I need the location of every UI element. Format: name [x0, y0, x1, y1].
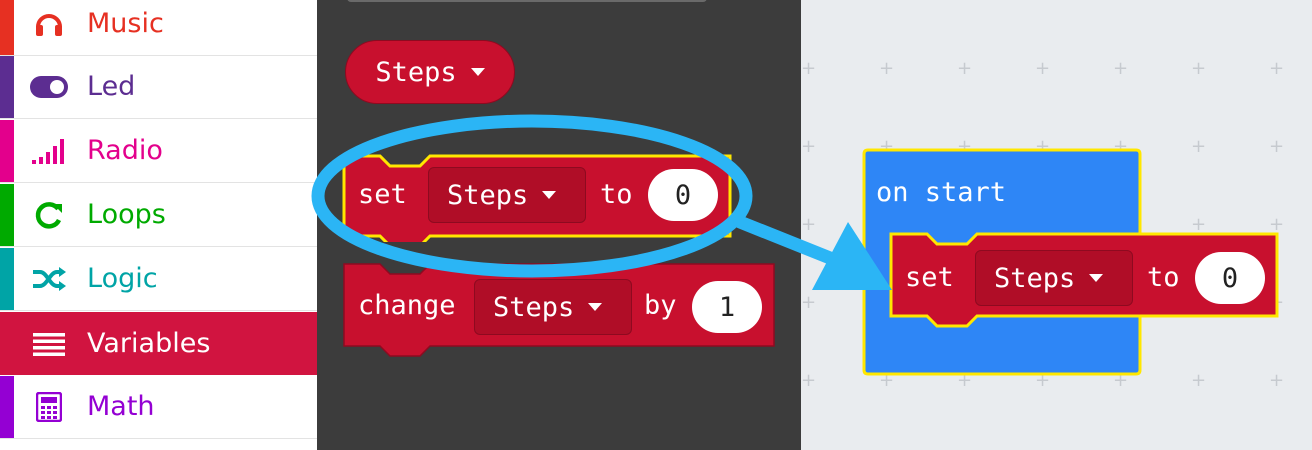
value-input[interactable]: 0: [1195, 252, 1265, 304]
grid-mark: +: [1269, 136, 1285, 157]
category-color-bar: [0, 184, 14, 246]
variable-name: Steps: [493, 291, 575, 323]
grid-mark: +: [879, 58, 895, 79]
on-start-label: on start: [876, 177, 1007, 208]
category-label: Radio: [87, 134, 163, 166]
by-keyword: by: [644, 290, 677, 321]
category-label: Math: [87, 390, 155, 422]
to-keyword: to: [1147, 262, 1180, 293]
grid-mark: +: [1269, 370, 1285, 391]
block-flyout: Steps set Steps to 0 change Steps by 1: [317, 0, 801, 450]
category-label: Music: [87, 7, 164, 39]
workspace[interactable]: +++++++++++++++++++++++++++++++++++ on s…: [801, 0, 1312, 450]
flyout-top-bar: [347, 0, 707, 2]
grid-mark: +: [1191, 370, 1207, 391]
variable-dropdown[interactable]: Steps: [428, 167, 586, 223]
grid-mark: +: [1035, 58, 1051, 79]
category-led[interactable]: Led: [0, 56, 317, 119]
grid-mark: +: [1191, 136, 1207, 157]
category-color-bar: [0, 248, 14, 310]
category-loops[interactable]: Loops: [0, 184, 317, 247]
set-keyword: set: [358, 179, 407, 210]
grid-mark: +: [801, 292, 817, 313]
caret-down-icon: [1089, 274, 1104, 282]
grid-mark: +: [957, 58, 973, 79]
caret-down-icon: [542, 191, 557, 199]
list-icon: [30, 330, 68, 358]
grid-mark: +: [801, 136, 817, 157]
category-logic[interactable]: Logic: [0, 248, 317, 311]
category-label: Led: [87, 70, 136, 102]
grid-mark: +: [1269, 58, 1285, 79]
variable-name: Steps: [447, 179, 529, 211]
change-keyword: change: [358, 290, 456, 321]
category-label: Loops: [87, 198, 166, 230]
category-color-bar: [0, 0, 14, 55]
variable-name: Steps: [375, 56, 457, 88]
variable-dropdown[interactable]: Steps: [474, 279, 632, 335]
category-label: Variables: [87, 327, 211, 359]
variable-reporter-steps[interactable]: Steps: [345, 40, 515, 104]
category-variables[interactable]: Variables: [0, 312, 317, 375]
grid-mark: +: [801, 370, 817, 391]
shuffle-icon: [30, 265, 68, 293]
value-input[interactable]: 0: [648, 169, 718, 221]
signal-bars-icon: [30, 137, 68, 165]
set-variable-block[interactable]: set Steps to 0: [342, 150, 734, 242]
toolbox: Music Led Radio Loops Logic Variables Ma…: [0, 0, 317, 450]
set-variable-block-placed[interactable]: set Steps to 0: [889, 230, 1281, 330]
category-math[interactable]: Math: [0, 376, 317, 439]
caret-down-icon: [588, 303, 603, 311]
grid-mark: +: [801, 214, 817, 235]
variable-name: Steps: [994, 262, 1076, 294]
category-label: Logic: [87, 262, 158, 294]
headphones-icon: [30, 10, 68, 38]
category-music[interactable]: Music: [0, 0, 317, 56]
category-color-bar: [0, 376, 14, 438]
category-color-bar: [0, 120, 14, 182]
category-radio[interactable]: Radio: [0, 120, 317, 183]
category-color-bar: [0, 56, 14, 118]
value-input[interactable]: 1: [692, 281, 762, 333]
grid-mark: +: [1191, 58, 1207, 79]
caret-down-icon: [470, 68, 485, 76]
change-variable-block[interactable]: change Steps by 1: [342, 262, 778, 362]
calculator-icon: [30, 392, 68, 422]
toggle-icon: [30, 73, 68, 101]
refresh-icon: [30, 201, 68, 229]
grid-mark: +: [1113, 58, 1129, 79]
variable-dropdown[interactable]: Steps: [975, 250, 1133, 306]
to-keyword: to: [600, 179, 633, 210]
set-keyword: set: [905, 262, 954, 293]
grid-mark: +: [801, 58, 817, 79]
